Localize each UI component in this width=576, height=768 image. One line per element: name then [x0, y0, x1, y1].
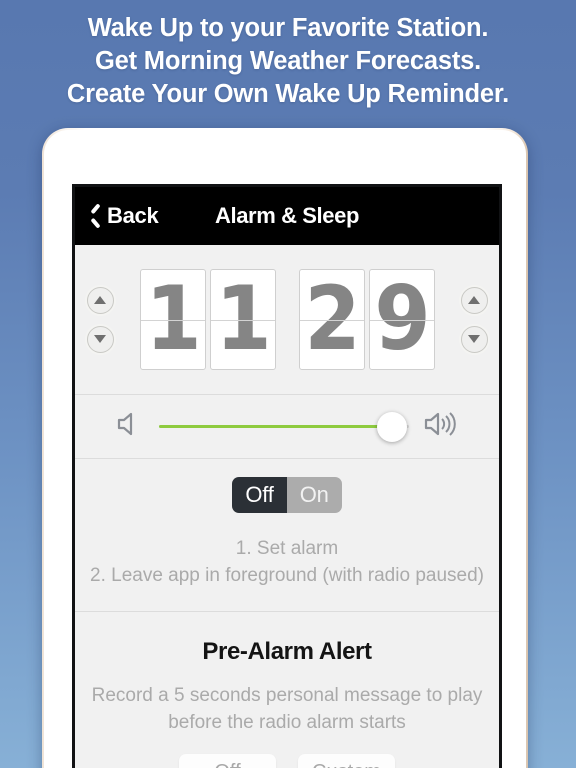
digit-card[interactable]: 2 — [298, 269, 365, 370]
minute-digits[interactable]: 2 9 — [298, 269, 435, 370]
alarm-off-option[interactable]: Off — [232, 477, 287, 513]
prealarm-title: Pre-Alarm Alert — [202, 638, 372, 665]
prealarm-description: Record a 5 seconds personal message to p… — [75, 682, 499, 736]
navigation-bar: Back Alarm & Sleep — [75, 187, 499, 245]
instructions-block: 1. Set alarm 2. Leave app in foreground … — [75, 531, 499, 612]
tablet-body: Back Alarm & Sleep 1 1 2 9 Off On 1. Set… — [44, 130, 526, 768]
headline-line-3: Create Your Own Wake Up Reminder. — [66, 80, 510, 108]
time-digits: 1 1 2 9 — [139, 269, 435, 370]
digit-card[interactable]: 1 — [139, 269, 206, 370]
alarm-segmented-control[interactable]: Off On — [232, 477, 342, 513]
digit-card[interactable]: 9 — [368, 269, 435, 370]
alarm-toggle-section: Off On — [75, 459, 499, 531]
volume-thumb[interactable] — [376, 411, 407, 442]
hour-decrement-button[interactable] — [86, 325, 114, 353]
instruction-step-2: 2. Leave app in foreground (with radio p… — [90, 565, 484, 586]
hour-steppers — [86, 286, 114, 353]
digit-value: 2 — [304, 269, 360, 370]
tablet-device-frame: Back Alarm & Sleep 1 1 2 9 Off On 1. Set… — [42, 128, 528, 768]
volume-section — [75, 395, 499, 459]
headline-line-2: Get Morning Weather Forecasts. — [94, 47, 482, 75]
volume-slider[interactable] — [159, 411, 409, 442]
clock-row: 1 1 2 9 — [75, 269, 499, 370]
prealarm-description-line-1: Record a 5 seconds personal message to p… — [91, 685, 483, 706]
prealarm-description-line-2: before the radio alarm starts — [168, 712, 406, 733]
alarm-time-section: 1 1 2 9 — [75, 245, 499, 395]
speaker-loud-icon — [423, 409, 459, 444]
prealarm-section: Pre-Alarm Alert Record a 5 seconds perso… — [75, 612, 499, 768]
arrow-down-icon — [94, 335, 106, 343]
minute-increment-button[interactable] — [460, 286, 488, 314]
promo-headline: Wake Up to your Favorite Station. Get Mo… — [0, 12, 576, 111]
digit-card[interactable]: 1 — [209, 269, 276, 370]
prealarm-custom-button[interactable]: Custom — [298, 754, 395, 768]
volume-fill — [159, 425, 392, 428]
arrow-up-icon — [94, 296, 106, 304]
alarm-on-option[interactable]: On — [286, 477, 342, 513]
headline-line-1: Wake Up to your Favorite Station. — [87, 14, 489, 42]
back-button-label: Back — [107, 203, 159, 228]
prealarm-off-button[interactable]: Off — [179, 754, 276, 768]
back-button[interactable]: Back — [89, 203, 159, 229]
hour-digits[interactable]: 1 1 — [139, 269, 276, 370]
digit-value: 1 — [215, 269, 271, 370]
arrow-down-icon — [468, 335, 480, 343]
hour-increment-button[interactable] — [86, 286, 114, 314]
minute-decrement-button[interactable] — [460, 325, 488, 353]
minute-steppers — [460, 286, 488, 353]
instruction-step-1: 1. Set alarm — [235, 538, 339, 559]
digit-value: 9 — [374, 269, 430, 370]
app-screen: Back Alarm & Sleep 1 1 2 9 Off On 1. Set… — [72, 184, 502, 768]
arrow-up-icon — [468, 296, 480, 304]
chevron-left-icon — [89, 205, 102, 227]
speaker-mute-icon — [115, 409, 145, 444]
digit-value: 1 — [145, 269, 201, 370]
prealarm-buttons: Off Custom — [75, 754, 499, 768]
